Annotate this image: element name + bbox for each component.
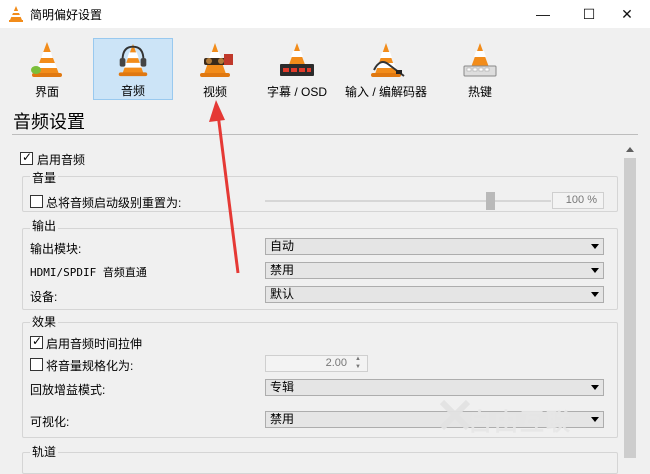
volume-group-title: 音量 (30, 169, 59, 186)
volume-level-field[interactable]: 100 % (552, 192, 604, 209)
replay-gain-value: 专辑 (270, 380, 295, 394)
vertical-scrollbar[interactable] (622, 142, 638, 460)
volume-level-value: 100 % (565, 194, 597, 206)
device-label: 设备: (30, 290, 58, 304)
checkmark-icon: ✓ (22, 150, 33, 164)
spin-down-icon[interactable]: ▼ (351, 364, 365, 371)
tab-hotkeys[interactable]: 热键 (448, 38, 512, 100)
chevron-down-icon (591, 385, 599, 390)
enable-audio-label: 启用音频 (37, 153, 86, 167)
device-value: 默认 (270, 287, 295, 301)
vlc-cone-icon (31, 42, 62, 77)
device-select[interactable]: 默认 (265, 286, 604, 303)
vlc-cone-keyboard-icon (463, 43, 497, 77)
tab-input-codecs[interactable]: 输入 / 编解码器 (342, 38, 430, 100)
output-module-value: 自动 (270, 239, 295, 253)
output-module-select[interactable]: 自动 (265, 238, 604, 255)
output-module-label: 输出模块: (30, 242, 82, 256)
watermark-logo (440, 400, 470, 430)
tab-interface-label: 界面 (34, 85, 59, 99)
vlc-cone-subtitle-icon (280, 43, 314, 76)
title-bar: 简明偏好设置 — ☐ ✕ (0, 0, 650, 29)
passthrough-select[interactable]: 禁用 (265, 262, 604, 279)
checkmark-icon: ✓ (32, 334, 43, 348)
volume-slider-track[interactable] (265, 200, 551, 202)
minimize-icon: — (536, 6, 550, 22)
normalize-value: 2.00 (325, 357, 347, 369)
chevron-down-icon (591, 244, 599, 249)
window-title: 简明偏好设置 (30, 8, 103, 22)
tab-audio-label: 音频 (120, 84, 145, 98)
passthrough-value: 禁用 (270, 263, 295, 277)
tab-interface[interactable]: 界面 (15, 38, 79, 100)
section-divider (12, 134, 638, 135)
close-icon: ✕ (621, 5, 633, 22)
normalize-label: 将音量规格化为: (46, 359, 134, 373)
vlc-app-icon (9, 6, 23, 22)
chevron-down-icon (591, 268, 599, 273)
normalize-checkbox[interactable] (30, 358, 43, 371)
tab-subtitles-osd-label: 字幕 / OSD (266, 85, 327, 99)
tab-hotkeys-label: 热键 (467, 85, 492, 99)
vlc-cone-cable-icon (371, 43, 405, 77)
normalize-value-field[interactable]: 2.00 ▲ ▼ (265, 355, 368, 372)
preferences-toolbar: 界面 音频 视频 字幕 / OSD 输入 / 编解码器 热键 (0, 28, 650, 106)
vlc-cone-glasses-icon (200, 43, 233, 77)
tab-input-codecs-label: 输入 / 编解码器 (344, 85, 427, 99)
maximize-icon: ☐ (582, 5, 596, 22)
tracks-group (22, 452, 618, 474)
section-title: 音频设置 (13, 112, 85, 132)
close-button[interactable]: ✕ (604, 0, 650, 28)
visualization-value: 禁用 (270, 412, 295, 426)
passthrough-label: HDMI/SPDIF 音频直通 (30, 266, 147, 279)
watermark-text: 自由互联 (468, 409, 572, 436)
spin-up-icon[interactable]: ▲ (351, 356, 365, 363)
vlc-cone-headphones-icon (118, 43, 148, 77)
scroll-up-icon[interactable] (626, 147, 634, 152)
replay-gain-label: 回放增益模式: (30, 383, 106, 397)
tracks-group-title: 轨道 (30, 443, 59, 460)
visualization-label: 可视化: (30, 415, 70, 429)
scrollbar-thumb[interactable] (624, 158, 636, 458)
enable-audio-checkbox[interactable]: ✓ (20, 150, 33, 165)
effects-group-title: 效果 (30, 313, 59, 330)
output-group-title: 输出 (30, 217, 59, 234)
volume-slider-handle[interactable] (486, 192, 495, 210)
time-stretch-label: 启用音频时间拉伸 (46, 337, 143, 351)
replay-gain-select[interactable]: 专辑 (265, 379, 604, 396)
time-stretch-checkbox[interactable]: ✓ (30, 334, 43, 349)
chevron-down-icon (591, 417, 599, 422)
minimize-button[interactable]: — (520, 0, 566, 28)
tab-subtitles-osd[interactable]: 字幕 / OSD (262, 38, 332, 100)
chevron-down-icon (591, 292, 599, 297)
reset-volume-checkbox[interactable] (30, 195, 43, 208)
reset-volume-label: 总将音频启动级别重置为: (46, 196, 182, 210)
tab-video-label: 视频 (202, 85, 227, 99)
tab-audio[interactable]: 音频 (93, 38, 173, 100)
tab-video[interactable]: 视频 (183, 38, 247, 100)
